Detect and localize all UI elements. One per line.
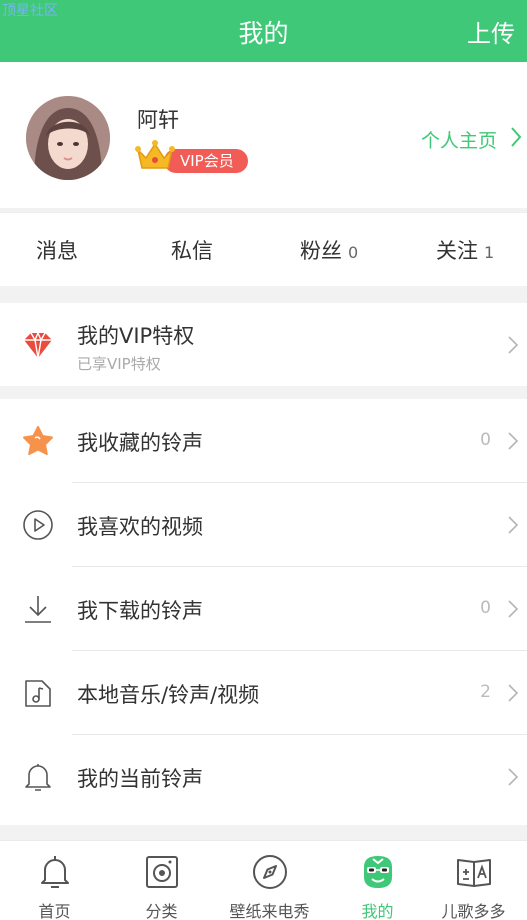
play-circle-icon: [23, 510, 53, 540]
chevron-right-icon: [508, 684, 519, 702]
avatar[interactable]: [26, 96, 110, 180]
menu-item-liked-videos[interactable]: 我喜欢的视频: [0, 483, 527, 567]
menu-item-count: 0: [480, 430, 491, 450]
menu-list: 我收藏的铃声 0 我喜欢的视频 我下载的铃声 0 本地音乐/铃声/视频 2 我的…: [0, 399, 527, 825]
tab-label: 我的: [361, 902, 394, 920]
vip-badge[interactable]: VIP会员: [164, 149, 248, 173]
stat-count: 1: [484, 243, 495, 262]
tab-label: 壁纸来电秀: [229, 902, 310, 920]
menu-item-current-ringtone[interactable]: 我的当前铃声: [0, 735, 527, 819]
stat-following[interactable]: 关注 1: [436, 235, 494, 265]
stats-bar: 消息 私信 粉丝 0 关注 1: [0, 212, 527, 286]
menu-item-count: 0: [480, 598, 491, 618]
tab-wallpaper-call-show[interactable]: 壁纸来电秀: [217, 841, 322, 920]
stat-label: 消息: [36, 239, 78, 263]
menu-item-favorite-ringtones[interactable]: 我收藏的铃声 0: [0, 399, 527, 483]
personal-homepage-link[interactable]: 个人主页: [421, 126, 497, 153]
avatar-image: [26, 96, 110, 180]
profile-card: 阿轩 VIP会员 个人主页: [0, 62, 527, 208]
tab-label: 分类: [145, 902, 178, 920]
chevron-right-icon: [508, 600, 519, 618]
stat-label: 私信: [171, 239, 213, 263]
upload-button[interactable]: 上传: [467, 14, 515, 49]
tab-label: 首页: [38, 902, 71, 920]
username: 阿轩: [137, 108, 179, 132]
chevron-right-icon: [511, 127, 522, 147]
download-icon: [25, 596, 51, 623]
tab-label: 儿歌多多: [441, 902, 506, 920]
page-title: 我的: [238, 19, 289, 48]
stat-messages[interactable]: 消息: [36, 235, 84, 265]
book-icon: [456, 859, 491, 887]
stat-followers[interactable]: 粉丝 0: [300, 235, 358, 265]
compass-icon: [252, 855, 287, 889]
tab-category[interactable]: 分类: [109, 841, 214, 920]
tab-kids-songs[interactable]: 儿歌多多: [421, 841, 526, 920]
bottom-tab-bar: 首页 分类 壁纸来电秀 我的 儿歌多多: [0, 840, 527, 920]
music-file-icon: [25, 680, 51, 707]
menu-item-label: 本地音乐/铃声/视频: [77, 683, 260, 707]
chevron-right-icon: [508, 336, 519, 354]
menu-item-downloaded-ringtones[interactable]: 我下载的铃声 0: [0, 567, 527, 651]
top-bar: 顶星社区 我的 上传: [0, 0, 527, 62]
chevron-right-icon: [508, 432, 519, 450]
vip-privileges-row[interactable]: 我的VIP特权 已享VIP特权: [0, 303, 527, 386]
vip-privileges-title: 我的VIP特权: [77, 324, 195, 348]
bell-icon: [25, 764, 51, 791]
menu-item-local-media[interactable]: 本地音乐/铃声/视频 2: [0, 651, 527, 735]
menu-item-label: 我喜欢的视频: [77, 515, 203, 539]
tab-mine[interactable]: 我的: [325, 841, 430, 920]
menu-item-label: 我收藏的铃声: [77, 431, 203, 455]
menu-item-label: 我下载的铃声: [77, 599, 203, 623]
menu-item-count: 2: [480, 682, 491, 702]
menu-item-label: 我的当前铃声: [77, 767, 203, 791]
tab-home[interactable]: 首页: [2, 841, 107, 920]
home-bell-icon: [40, 856, 69, 888]
chevron-right-icon: [508, 768, 519, 786]
stat-count: 0: [348, 243, 359, 262]
crown-icon: [135, 140, 175, 169]
chevron-right-icon: [508, 516, 519, 534]
diamond-icon: [24, 331, 52, 359]
stat-private-messages[interactable]: 私信: [171, 235, 219, 265]
star-icon: [23, 426, 53, 455]
stat-label: 关注: [436, 239, 478, 263]
profile-face-icon: [363, 856, 392, 888]
category-icon: [145, 856, 178, 888]
vip-privileges-subtitle: 已享VIP特权: [77, 355, 161, 373]
stat-label: 粉丝: [300, 239, 342, 263]
